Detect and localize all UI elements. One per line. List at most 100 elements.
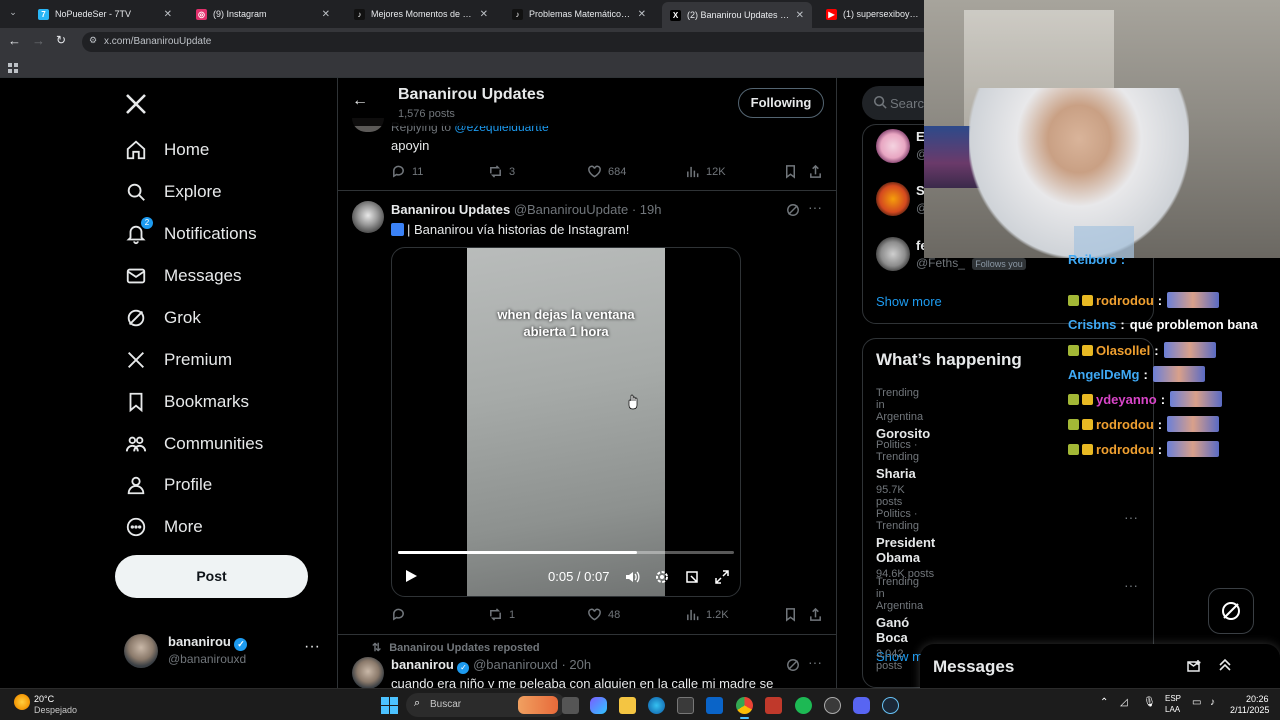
settings-gear-icon[interactable] bbox=[654, 569, 670, 585]
back-arrow-icon[interactable]: ← bbox=[352, 92, 368, 110]
file-explorer-icon[interactable] bbox=[619, 697, 636, 714]
tweet-more-icon[interactable]: ··· bbox=[808, 654, 822, 670]
mic-icon[interactable]: 🎙 bbox=[1143, 697, 1156, 708]
reload-icon[interactable]: ↻ bbox=[56, 33, 70, 47]
spotify-icon[interactable] bbox=[795, 697, 812, 714]
avatar[interactable] bbox=[352, 657, 384, 688]
reply-action[interactable] bbox=[391, 607, 412, 622]
sidebar-item-bookmarks[interactable]: Bookmarks bbox=[124, 387, 249, 417]
account-switcher[interactable]: bananirou ✓ @bananirouxd ··· bbox=[124, 630, 324, 670]
volume-icon[interactable] bbox=[624, 569, 640, 585]
site-info-icon[interactable]: ⚙ bbox=[89, 35, 97, 46]
input-language[interactable]: ESP bbox=[1165, 694, 1181, 703]
sidebar-item-grok[interactable]: Grok bbox=[124, 303, 201, 333]
browser-tab[interactable]: ▶ (1) supersexiboys - reco bbox=[818, 3, 928, 25]
clock-date[interactable]: 2/11/2025 bbox=[1230, 705, 1269, 715]
steam-icon[interactable] bbox=[882, 697, 899, 714]
task-view-icon[interactable] bbox=[562, 697, 579, 714]
tweet-time[interactable]: · 19h bbox=[632, 202, 662, 217]
volume-icon[interactable]: ♪ bbox=[1210, 697, 1215, 708]
browser-tab[interactable]: 7 NoPuedeSer - 7TV ✕ bbox=[30, 3, 180, 25]
trend-item[interactable]: Trending in Argentina Ganó Boca 3,042 post… bbox=[876, 576, 923, 672]
show-more-link[interactable]: Show more bbox=[876, 294, 942, 309]
tweet-partial[interactable]: Replying to @ezequielduartte apoyin 11 3… bbox=[338, 118, 836, 190]
author-name[interactable]: Bananirou Updates bbox=[391, 202, 510, 217]
avatar[interactable] bbox=[876, 129, 910, 163]
clock-time[interactable]: 20:26 bbox=[1246, 694, 1269, 704]
tab-close-icon[interactable]: ✕ bbox=[796, 10, 804, 21]
tweet[interactable]: Bananirou Updates @BananirouUpdate · 19h… bbox=[338, 191, 836, 688]
browser-tab[interactable]: X (2) Bananirou Updates (@Bana ✕ bbox=[662, 2, 812, 28]
author-handle[interactable]: @bananirouxd bbox=[473, 657, 558, 672]
bookmark-action[interactable] bbox=[783, 607, 804, 622]
following-button[interactable]: Following bbox=[738, 88, 824, 118]
account-more-icon[interactable]: ··· bbox=[304, 638, 320, 656]
tab-close-icon[interactable]: ✕ bbox=[164, 9, 172, 20]
outlook-icon[interactable] bbox=[706, 697, 723, 714]
bookmark-action[interactable] bbox=[783, 164, 804, 179]
like-action[interactable]: 48 bbox=[587, 607, 620, 622]
sidebar-item-messages[interactable]: Messages bbox=[124, 261, 241, 291]
tweet-time[interactable]: · 20h bbox=[561, 657, 591, 672]
tab-close-icon[interactable]: ✕ bbox=[322, 9, 330, 20]
media-player-icon[interactable] bbox=[765, 697, 782, 714]
browser-tab[interactable]: ♪ Problemas Matemáticos con M ✕ bbox=[504, 3, 654, 25]
network-icon[interactable]: ◿ bbox=[1120, 697, 1128, 708]
trend-item[interactable]: Politics · Trending President Obama 94.6K … bbox=[876, 508, 935, 580]
repost-action[interactable]: 1 bbox=[488, 607, 515, 622]
video-player[interactable]: when dejas la ventana abierta 1 hora 0:0… bbox=[391, 247, 741, 597]
fullscreen-icon[interactable] bbox=[714, 569, 730, 585]
share-action[interactable] bbox=[808, 164, 829, 179]
url-field[interactable]: ⚙ x.com/BananirouUpdate bbox=[82, 32, 932, 52]
tab-list-dropdown-icon[interactable]: ⌄ bbox=[6, 7, 20, 21]
x-logo-icon[interactable] bbox=[124, 92, 148, 116]
sidebar-item-more[interactable]: More bbox=[124, 512, 203, 542]
forward-icon[interactable]: → bbox=[32, 34, 46, 48]
browser-tab[interactable]: ◎ (9) Instagram ✕ bbox=[188, 3, 338, 25]
trend-more-icon[interactable]: ··· bbox=[1124, 509, 1138, 525]
tab-close-icon[interactable]: ✕ bbox=[638, 9, 646, 20]
grok-float-button[interactable] bbox=[1208, 588, 1254, 634]
chrome-icon[interactable] bbox=[736, 697, 753, 714]
video-progress-track[interactable] bbox=[398, 551, 734, 554]
display-icon[interactable]: ▭ bbox=[1192, 697, 1201, 708]
avatar[interactable] bbox=[352, 201, 384, 233]
sidebar-item-home[interactable]: Home bbox=[124, 135, 209, 165]
settings-app-icon[interactable] bbox=[824, 697, 841, 714]
trend-item[interactable]: Politics · Trending Sharia 95.7K posts bbox=[876, 439, 919, 508]
messages-drawer[interactable]: Messages bbox=[920, 644, 1280, 688]
weather-temp[interactable]: 20°C bbox=[34, 694, 54, 704]
author-name[interactable]: bananirou bbox=[391, 657, 454, 672]
sidebar-item-premium[interactable]: Premium bbox=[124, 345, 232, 375]
new-message-icon[interactable] bbox=[1186, 658, 1204, 676]
play-icon[interactable] bbox=[404, 569, 418, 583]
views-action[interactable]: 12K bbox=[685, 164, 726, 179]
like-action[interactable]: 684 bbox=[587, 164, 626, 179]
avatar[interactable] bbox=[876, 237, 910, 271]
back-icon[interactable]: ← bbox=[8, 34, 22, 48]
views-action[interactable]: 1.2K bbox=[685, 607, 729, 622]
pip-icon[interactable] bbox=[684, 569, 700, 585]
taskbar-search[interactable]: ⌕ Buscar bbox=[406, 693, 566, 717]
collapse-up-icon[interactable] bbox=[1216, 656, 1234, 674]
input-language-2[interactable]: LAA bbox=[1165, 705, 1180, 714]
share-action[interactable] bbox=[808, 607, 829, 622]
grok-icon[interactable] bbox=[786, 203, 800, 217]
edge-icon[interactable] bbox=[648, 697, 665, 714]
avatar[interactable] bbox=[876, 182, 910, 216]
start-windows-icon[interactable] bbox=[381, 697, 398, 714]
weather-sun-icon[interactable] bbox=[14, 694, 30, 710]
trend-item[interactable]: Trending in Argentina Gorosito bbox=[876, 387, 930, 441]
apps-grid-icon[interactable] bbox=[8, 61, 19, 73]
copilot-icon[interactable] bbox=[590, 697, 607, 714]
grok-icon[interactable] bbox=[786, 658, 800, 672]
tweet[interactable]: ⇅ Bananirou Updates reposted bananirou ✓ … bbox=[338, 635, 836, 688]
sidebar-item-explore[interactable]: Explore bbox=[124, 177, 222, 207]
discord-icon[interactable] bbox=[853, 697, 870, 714]
tab-close-icon[interactable]: ✕ bbox=[480, 9, 488, 20]
tray-chevron-icon[interactable]: ⌃ bbox=[1100, 697, 1108, 708]
sidebar-item-notifications[interactable]: 2 Notifications bbox=[124, 217, 257, 249]
sidebar-item-profile[interactable]: Profile bbox=[124, 470, 212, 500]
sidebar-item-communities[interactable]: Communities bbox=[124, 429, 263, 459]
tweet-more-icon[interactable]: ··· bbox=[808, 199, 822, 215]
